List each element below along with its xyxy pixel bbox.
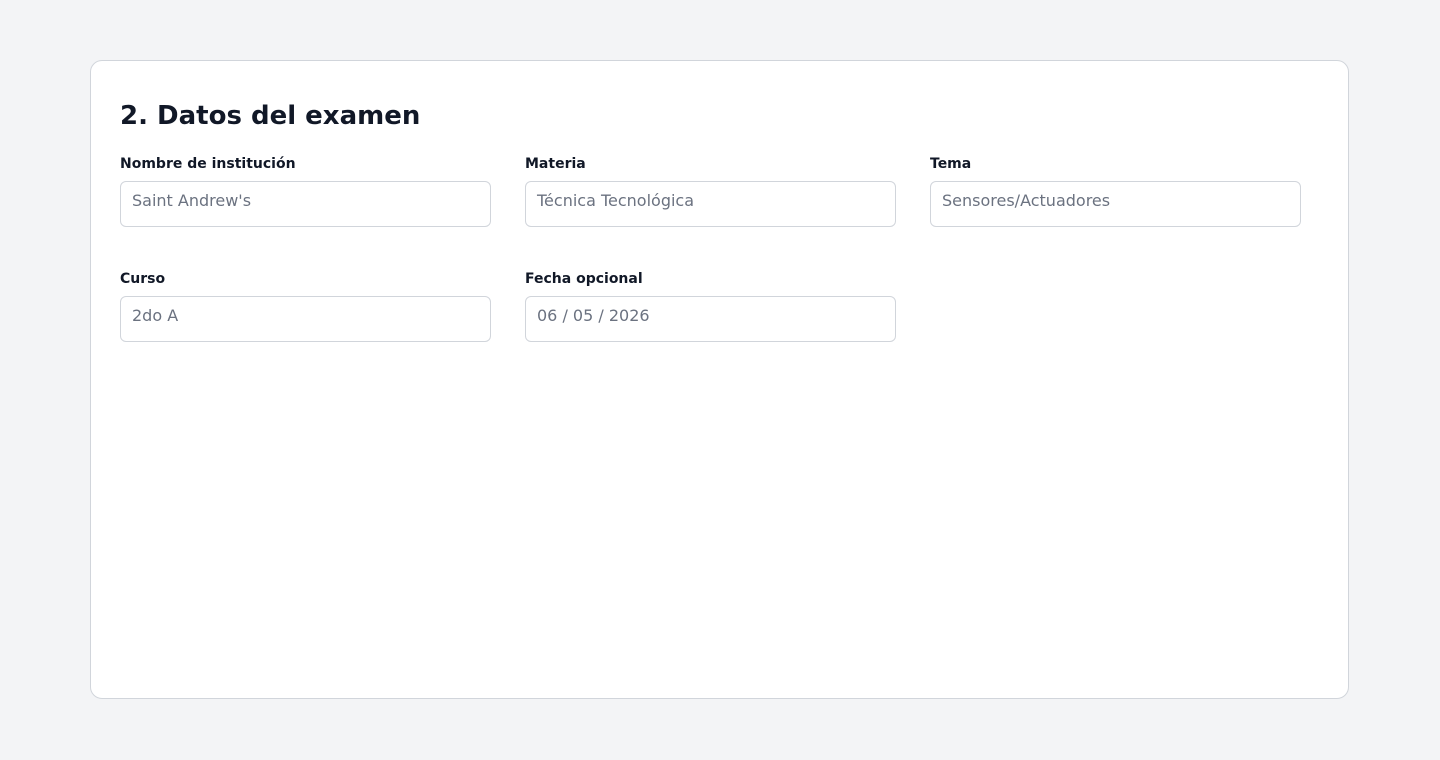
institution-input[interactable]: Saint Andrew's [120, 181, 491, 227]
course-input[interactable]: 2do A [120, 296, 491, 342]
institution-label: Nombre de institución [120, 156, 296, 172]
subject-field-group: Materia Técnica Tecnológica [525, 155, 896, 227]
date-label: Fecha opcional [525, 271, 643, 287]
topic-field-group: Tema Sensores/Actuadores [930, 155, 1301, 227]
subject-input[interactable]: Técnica Tecnológica [525, 181, 896, 227]
date-field-group: Fecha opcional 06 / 05 / 2026 [525, 270, 896, 342]
institution-field-group: Nombre de institución Saint Andrew's [120, 155, 491, 227]
date-input[interactable]: 06 / 05 / 2026 [525, 296, 896, 342]
course-label: Curso [120, 271, 166, 287]
topic-input[interactable]: Sensores/Actuadores [930, 181, 1301, 227]
subject-label: Materia [525, 156, 586, 172]
course-field-group: Curso 2do A [120, 270, 491, 342]
section-title: 2. Datos del examen [120, 101, 421, 131]
topic-label: Tema [930, 156, 972, 172]
exam-data-card: 2. Datos del examen Nombre de institució… [90, 60, 1349, 699]
